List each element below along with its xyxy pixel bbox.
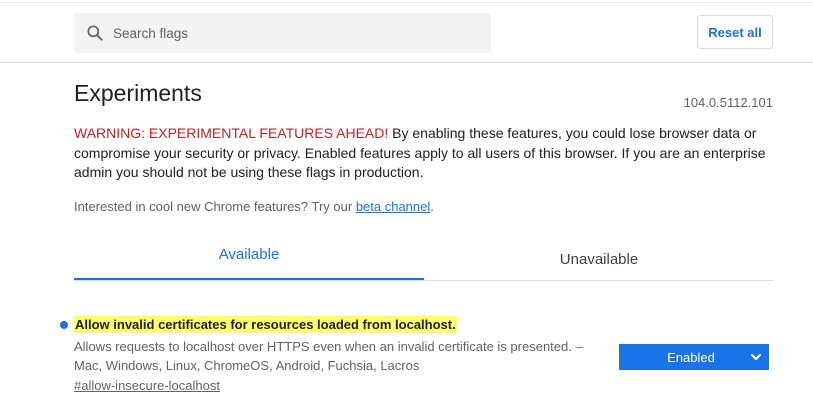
header-divider: [0, 2, 813, 3]
page-title: Experiments: [74, 80, 202, 106]
dot-icon: [60, 321, 68, 329]
header: Reset all: [0, 0, 813, 63]
flags-page: Reset all Experiments 104.0.5112.101 WAR…: [0, 0, 813, 413]
tab-unavailable[interactable]: Unavailable: [424, 236, 774, 280]
interest-suffix: .: [430, 199, 434, 214]
reset-all-button[interactable]: Reset all: [697, 15, 773, 49]
beta-channel-note: Interested in cool new Chrome features? …: [74, 199, 434, 214]
beta-channel-link[interactable]: beta channel: [356, 199, 430, 214]
chevron-down-icon: [751, 354, 761, 360]
experiment-description: Allows requests to localhost over HTTPS …: [74, 339, 583, 373]
experiment-state-select[interactable]: Enabled: [619, 344, 769, 370]
search-icon: [87, 25, 103, 41]
search-input[interactable]: [111, 14, 475, 52]
experiment-id-link[interactable]: #allow-insecure-localhost: [74, 378, 220, 393]
version-label: 104.0.5112.101: [683, 95, 773, 110]
experiment-state-label: Enabled: [667, 349, 715, 365]
interest-prefix: Interested in cool new Chrome features? …: [74, 199, 356, 214]
tab-bar: Available Unavailable: [74, 236, 774, 281]
tab-available[interactable]: Available: [74, 236, 424, 280]
search-box[interactable]: [74, 13, 491, 53]
warning-label: WARNING: EXPERIMENTAL FEATURES AHEAD!: [74, 125, 389, 141]
experiment-name: Allow invalid certificates for resources…: [74, 316, 457, 333]
experiment-item: Allow invalid certificates for resources…: [58, 316, 778, 406]
warning-text: WARNING: EXPERIMENTAL FEATURES AHEAD! By…: [74, 124, 774, 183]
